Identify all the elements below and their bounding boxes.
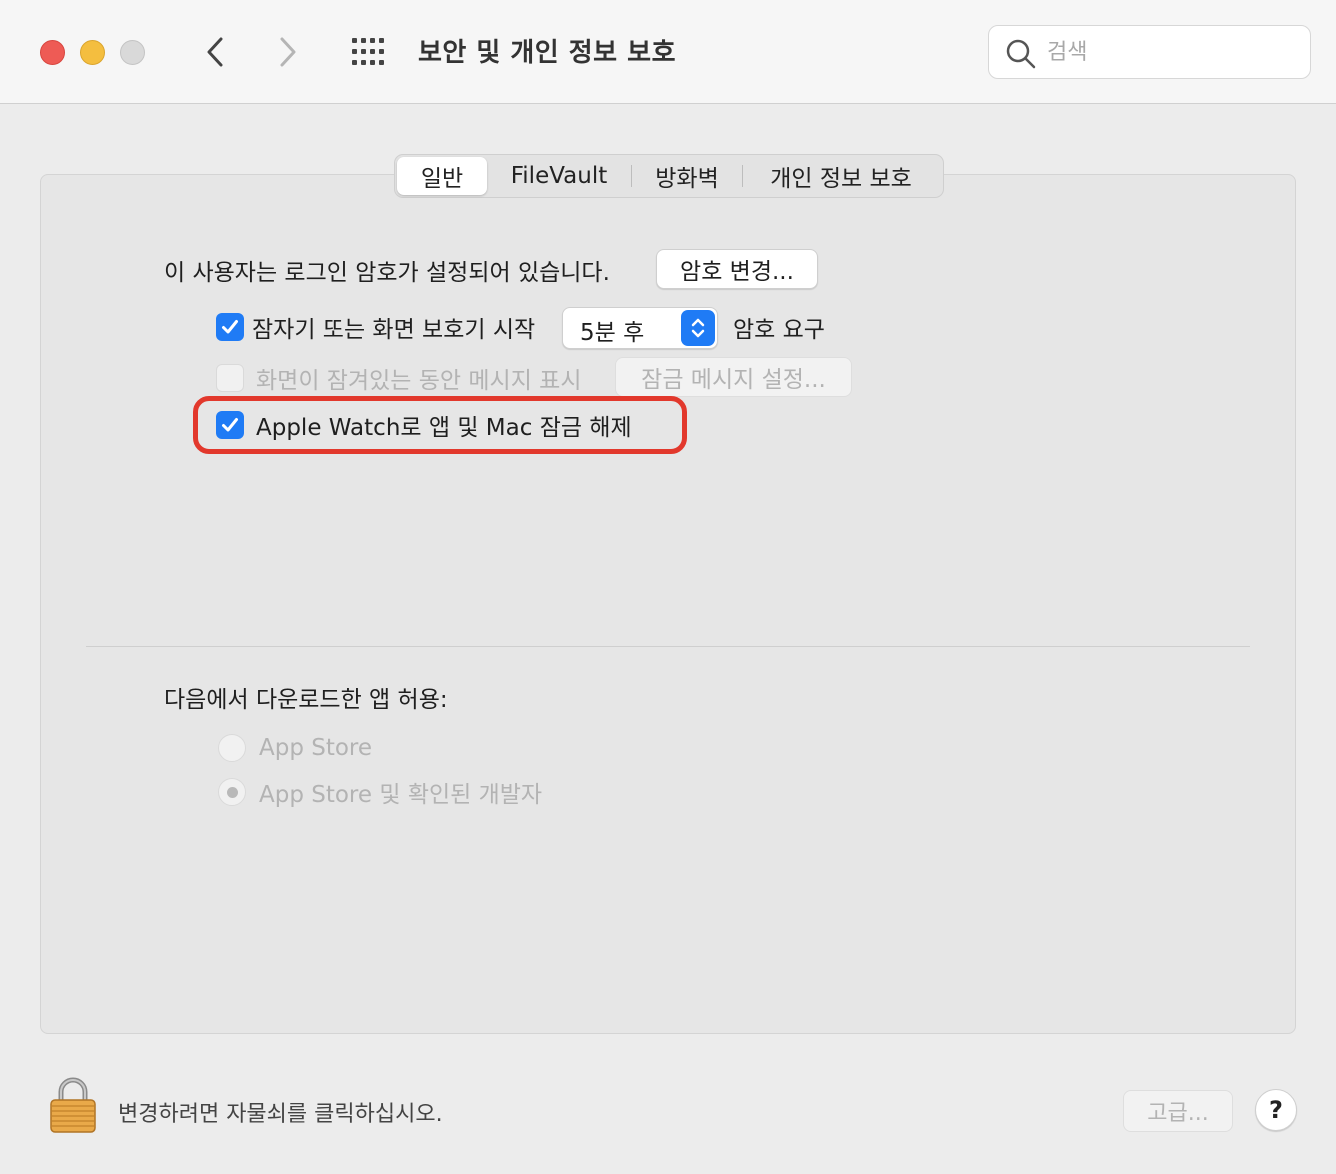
advanced-button[interactable]: 고급...: [1123, 1090, 1233, 1132]
title-bar: 보안 및 개인 정보 보호: [0, 0, 1336, 104]
apple-watch-unlock-label: Apple Watch로 앱 및 Mac 잠금 해제: [256, 415, 632, 441]
require-password-checkbox[interactable]: [216, 313, 244, 341]
system-preferences-window: 보안 및 개인 정보 보호 일반 FileVault 방화벽 개인 정보 보호 …: [0, 0, 1336, 1174]
search-input[interactable]: [1047, 36, 1297, 68]
close-window-button[interactable]: [40, 40, 65, 65]
app-store-option: App Store: [218, 729, 372, 767]
login-password-row: 이 사용자는 로그인 암호가 설정되어 있습니다.: [164, 250, 610, 290]
tab-bar: 일반 FileVault 방화벽 개인 정보 보호: [394, 154, 944, 198]
tab-privacy-label: 개인 정보 보호: [770, 166, 912, 192]
tab-filevault[interactable]: FileVault: [487, 157, 631, 195]
help-button[interactable]: ?: [1255, 1089, 1297, 1131]
tab-firewall-label: 방화벽: [655, 166, 719, 192]
app-store-identified-option: App Store 및 확인된 개발자: [218, 773, 542, 811]
tab-general-label: 일반: [420, 166, 464, 192]
section-divider: [86, 646, 1250, 647]
app-store-identified-radio[interactable]: [218, 778, 246, 806]
app-store-radio[interactable]: [218, 734, 246, 762]
require-password-row: 잠자기 또는 화면 보호기 시작: [216, 307, 535, 347]
show-all-button[interactable]: [350, 36, 390, 68]
apple-watch-unlock-row: Apple Watch로 앱 및 Mac 잠금 해제: [216, 405, 632, 445]
lock-hint-text: 변경하려면 자물쇠를 클릭하십시오.: [118, 1102, 443, 1127]
tab-privacy[interactable]: 개인 정보 보호: [743, 157, 939, 195]
show-message-checkbox[interactable]: [216, 364, 244, 392]
change-password-button[interactable]: 암호 변경...: [656, 249, 818, 289]
password-delay-popup[interactable]: 5분 후: [562, 307, 718, 349]
require-password-label: 잠자기 또는 화면 보호기 시작: [252, 317, 536, 343]
tab-general[interactable]: 일반: [397, 157, 487, 195]
content-panel: [40, 174, 1296, 1034]
popup-arrows-icon: [681, 310, 715, 346]
checkmark-icon: [222, 418, 238, 432]
search-icon: [1006, 39, 1036, 69]
grid-icon: [352, 38, 384, 65]
apple-watch-unlock-checkbox[interactable]: [216, 411, 244, 439]
require-password-label-after: 암호 요구: [733, 317, 825, 343]
checkmark-icon: [222, 320, 238, 334]
show-message-label: 화면이 잠겨있는 동안 메시지 표시: [256, 368, 582, 394]
chevron-right-icon: [280, 37, 296, 67]
password-delay-value: 5분 후: [580, 320, 645, 346]
window-title: 보안 및 개인 정보 보호: [418, 38, 676, 68]
login-password-text: 이 사용자는 로그인 암호가 설정되어 있습니다.: [164, 260, 610, 286]
back-button[interactable]: [195, 32, 235, 72]
app-store-identified-label: App Store 및 확인된 개발자: [259, 782, 543, 808]
app-store-label: App Store: [259, 735, 373, 761]
chevron-left-icon: [207, 37, 223, 67]
tab-filevault-label: FileVault: [510, 163, 608, 189]
forward-button[interactable]: [268, 32, 308, 72]
set-lock-message-button[interactable]: 잠금 메시지 설정...: [615, 357, 852, 397]
show-message-row: 화면이 잠겨있는 동안 메시지 표시: [216, 358, 581, 398]
tab-firewall[interactable]: 방화벽: [632, 157, 742, 195]
zoom-window-button[interactable]: [120, 40, 145, 65]
search-field[interactable]: [988, 25, 1311, 79]
radio-selected-dot: [226, 786, 238, 798]
padlock-icon[interactable]: [48, 1076, 98, 1134]
allow-downloads-title: 다음에서 다운로드한 앱 허용:: [164, 687, 448, 713]
minimize-window-button[interactable]: [80, 40, 105, 65]
